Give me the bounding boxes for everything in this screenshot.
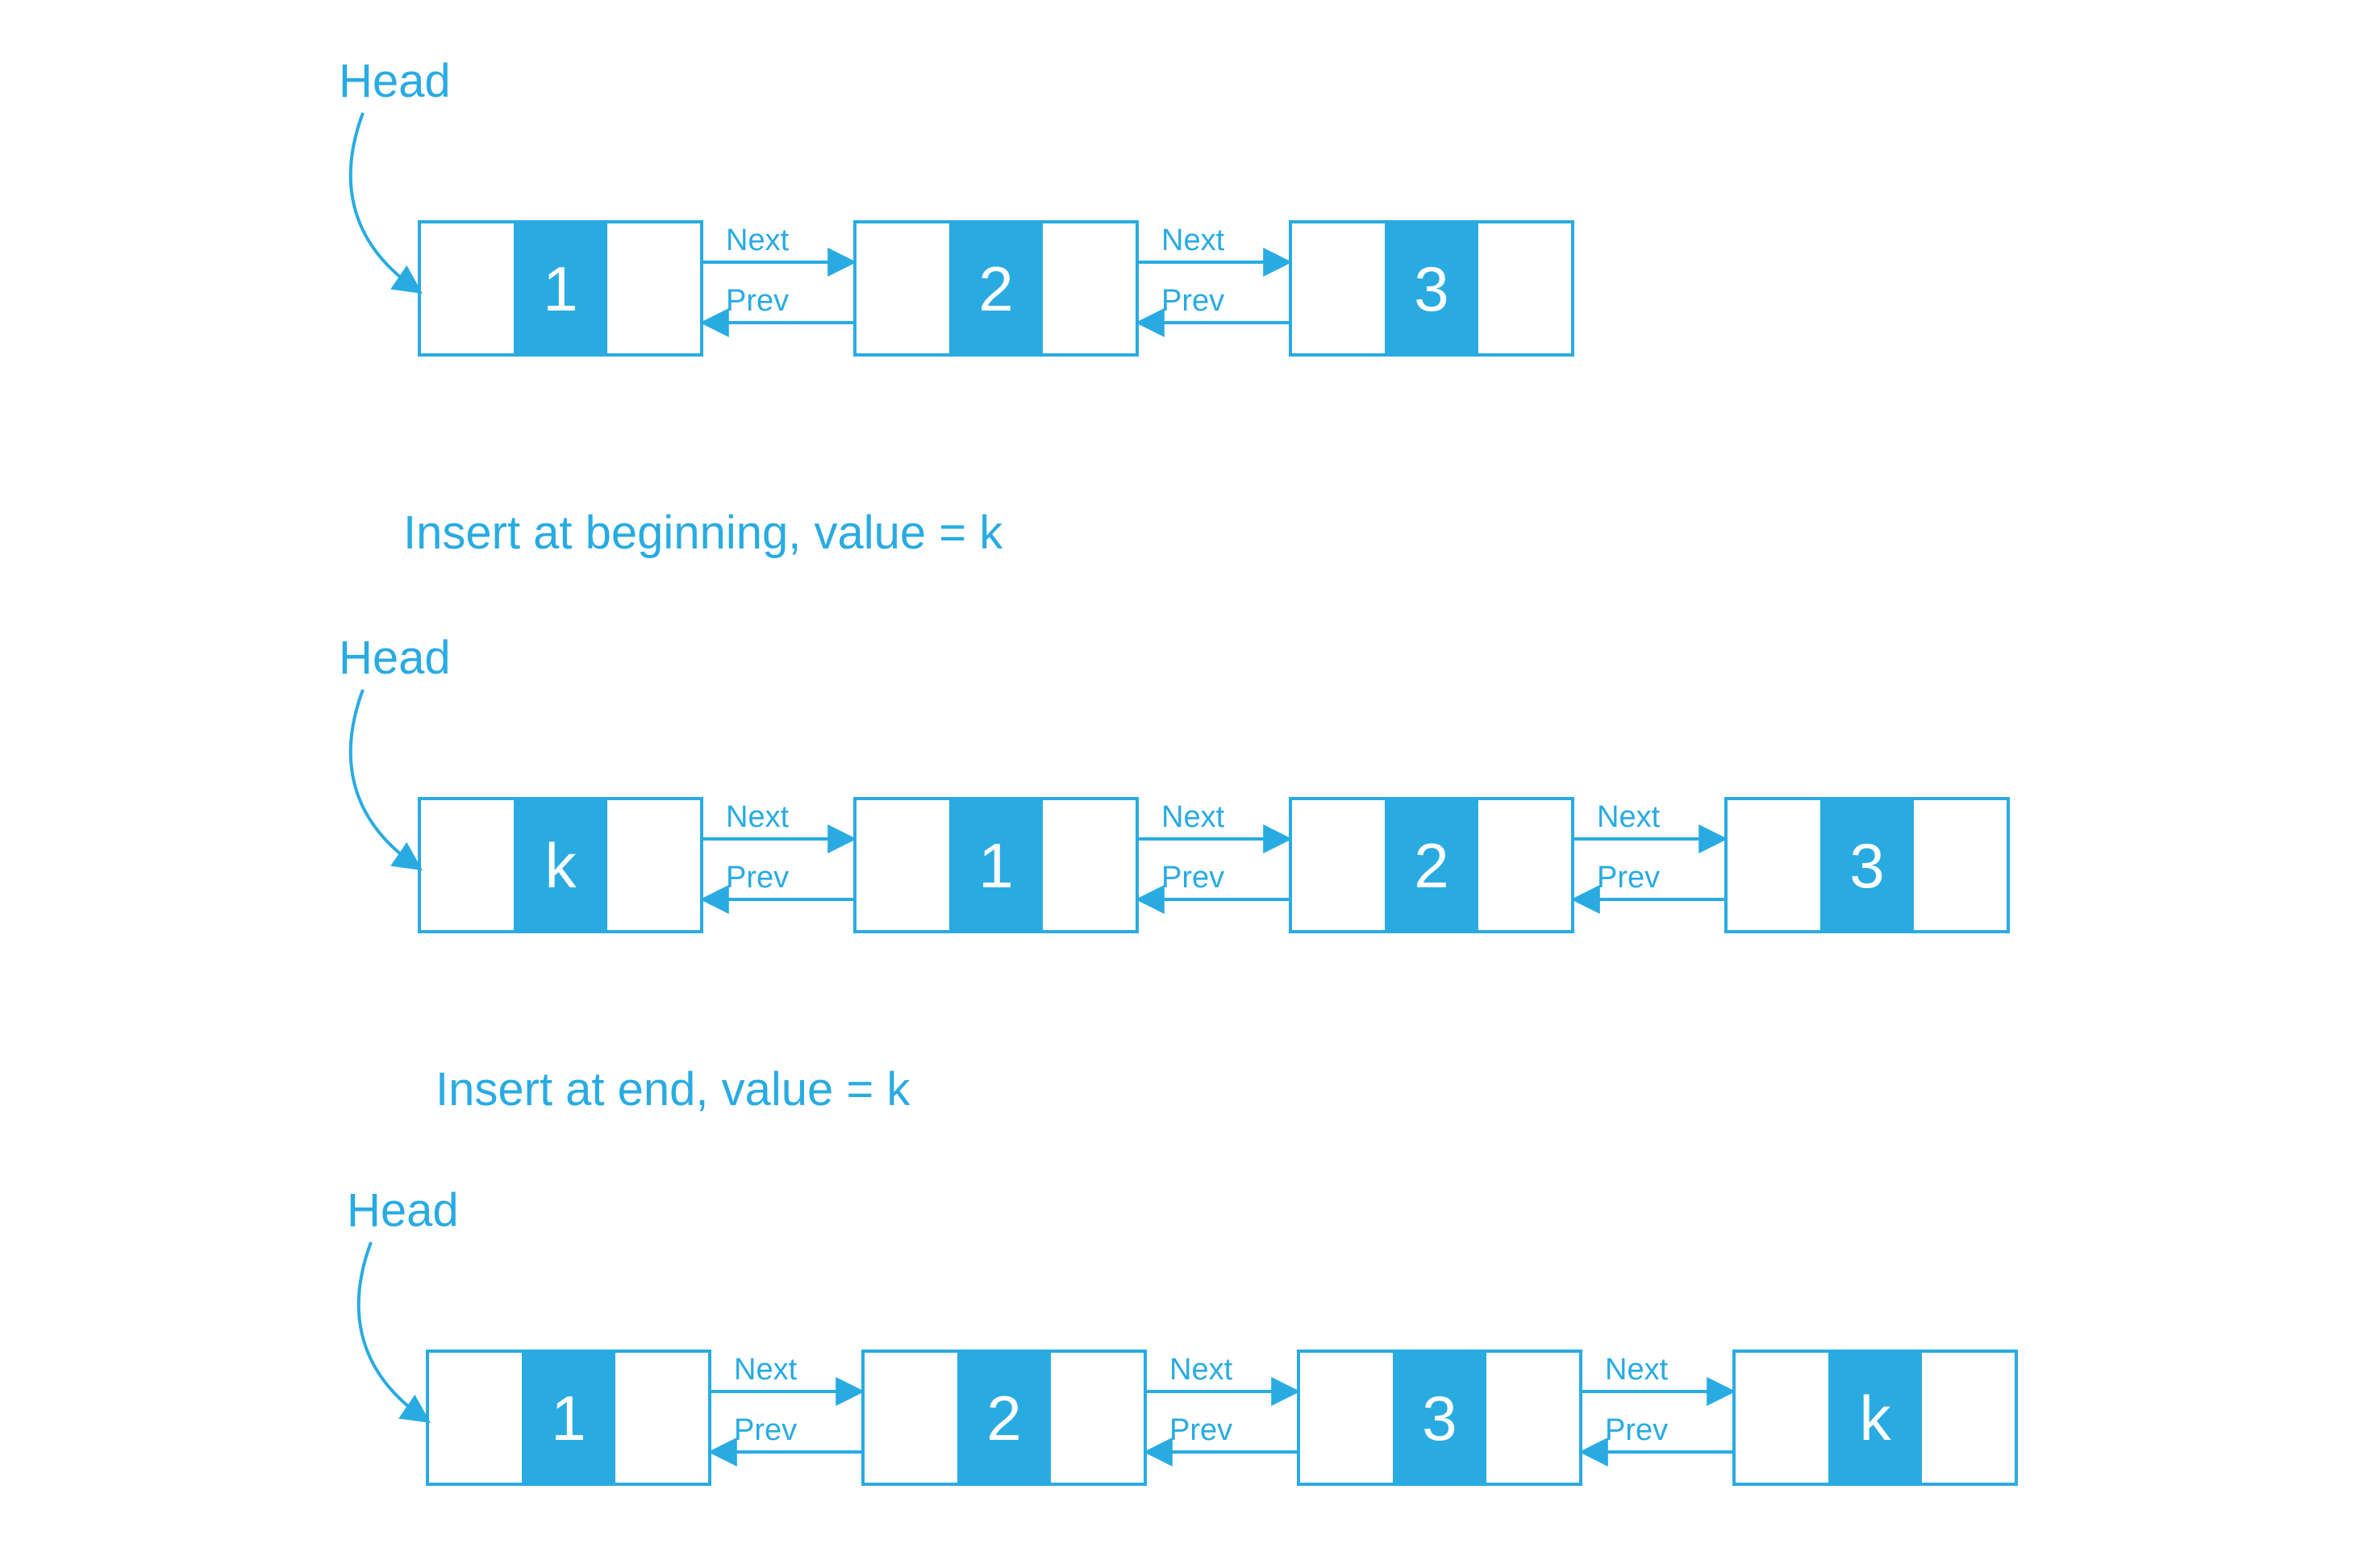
next-label: Next: [1605, 1353, 1669, 1387]
node: 3: [1726, 799, 2008, 932]
node-value: k: [1860, 1383, 1892, 1454]
head-arrow-curve: [351, 113, 418, 290]
node-value: 3: [1422, 1383, 1457, 1454]
node: 1: [427, 1351, 710, 1484]
prev-label: Prev: [734, 1413, 797, 1447]
next-label: Next: [726, 223, 790, 257]
link: Next Prev: [710, 1353, 863, 1452]
prev-label: Prev: [1605, 1413, 1668, 1447]
prev-label: Prev: [726, 284, 789, 318]
next-label: Next: [726, 800, 790, 834]
head-arrow-curve: [359, 1242, 426, 1420]
list-row-insert-begin: k Next Prev 1 Next Prev 2 Next Prev: [419, 799, 2008, 932]
head-label: Head: [339, 632, 451, 684]
node: 3: [1290, 222, 1573, 355]
next-label: Next: [1597, 800, 1661, 834]
node-value: 3: [1849, 830, 1884, 901]
node: 2: [855, 222, 1137, 355]
list-row-insert-end: 1 Next Prev 2 Next Prev 3 Next Prev: [427, 1351, 2016, 1484]
prev-label: Prev: [726, 861, 789, 895]
node: k: [1734, 1351, 2016, 1484]
link: Next Prev: [702, 223, 855, 323]
next-label: Next: [1161, 223, 1225, 257]
next-label: Next: [734, 1353, 798, 1387]
prev-label: Prev: [1169, 1413, 1232, 1447]
head-label: Head: [339, 55, 451, 107]
link: Next Prev: [1581, 1353, 1734, 1452]
node-value: 2: [978, 253, 1013, 324]
node-value: 3: [1414, 253, 1448, 324]
node: 2: [863, 1351, 1145, 1484]
prev-label: Prev: [1597, 861, 1660, 895]
node-value: 1: [551, 1383, 586, 1454]
node: 1: [419, 222, 702, 355]
caption-insert-end: Insert at end, value = k: [436, 1063, 911, 1116]
link: Next Prev: [1573, 800, 1726, 899]
prev-label: Prev: [1161, 284, 1224, 318]
node: k: [419, 799, 702, 932]
next-label: Next: [1161, 800, 1225, 834]
link: Next Prev: [1137, 800, 1290, 899]
list-row-initial: 1 Next Prev 2 Next Prev 3: [419, 222, 1573, 355]
link: Next Prev: [702, 800, 855, 899]
caption-insert-begin: Insert at beginning, value = k: [403, 507, 1003, 559]
link: Next Prev: [1137, 223, 1290, 323]
next-label: Next: [1169, 1353, 1233, 1387]
node-value: k: [545, 830, 577, 901]
link: Next Prev: [1145, 1353, 1298, 1452]
node: 3: [1298, 1351, 1581, 1484]
node: 1: [855, 799, 1137, 932]
head-label: Head: [347, 1184, 459, 1237]
head-arrow-curve: [351, 690, 418, 867]
prev-label: Prev: [1161, 861, 1224, 895]
node-value: 2: [1414, 830, 1448, 901]
node-value: 2: [986, 1383, 1021, 1454]
node-value: 1: [543, 253, 577, 324]
node-value: 1: [978, 830, 1013, 901]
node: 2: [1290, 799, 1573, 932]
